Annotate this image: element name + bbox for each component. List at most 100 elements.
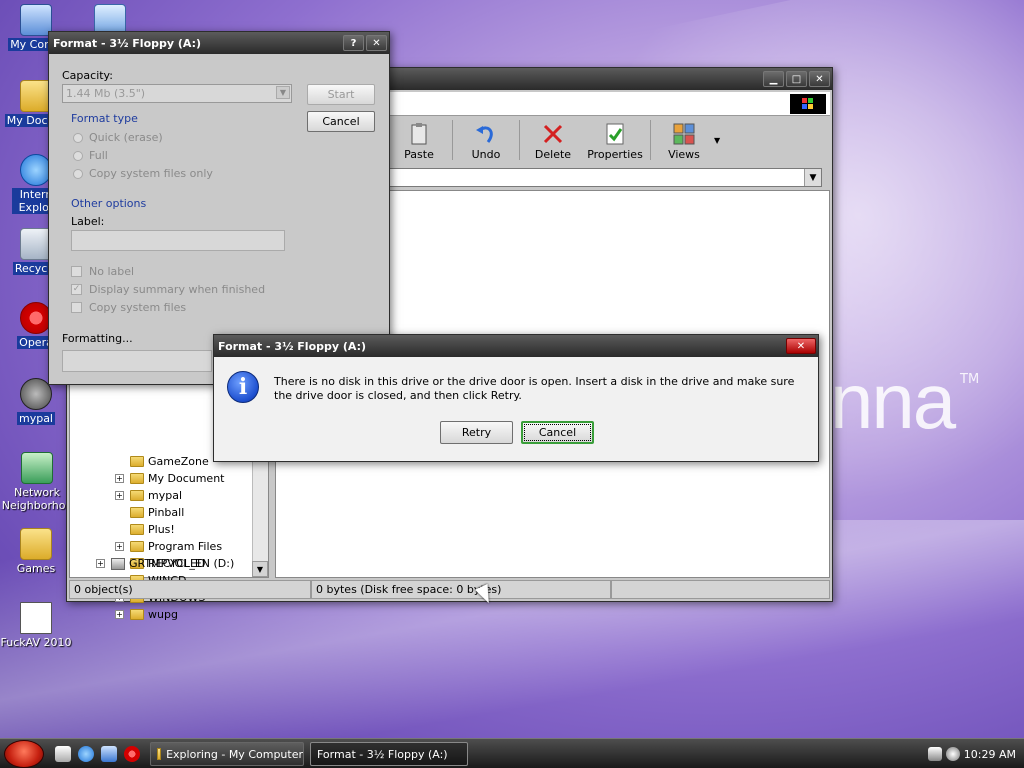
radio-full[interactable] xyxy=(73,151,83,161)
wallpaper-brand-tm: TM xyxy=(960,372,980,387)
option-checkbox[interactable]: ✓ xyxy=(71,284,82,295)
folder-icon xyxy=(157,748,162,760)
tree-item-label: GRTMPVOL_EN (D:) xyxy=(129,557,235,570)
format-progress-bar xyxy=(62,350,212,372)
paste-button[interactable]: Paste xyxy=(389,118,449,161)
option-checkbox[interactable] xyxy=(71,266,82,277)
retry-button[interactable]: Retry xyxy=(440,421,513,444)
label-input[interactable] xyxy=(71,230,285,251)
format-error-dialog[interactable]: Format - 3½ Floppy (A:) ✕ i There is no … xyxy=(213,334,819,462)
folder-icon xyxy=(130,490,144,501)
help-button[interactable]: ? xyxy=(343,35,364,51)
explorer-toolbar: Paste Undo Delete Properties Views ▼ xyxy=(389,118,830,166)
toolbar-separator xyxy=(452,120,453,160)
format-window-title: Format - 3½ Floppy (A:) xyxy=(53,36,202,50)
desktop-icon-network-neighborhood[interactable]: Network Neighborhoo xyxy=(0,452,74,512)
delete-button[interactable]: Delete xyxy=(523,118,583,161)
format-floppy-window[interactable]: Format - 3½ Floppy (A:) ? ✕ Capacity: 1.… xyxy=(48,31,390,385)
tree-item-label: My Document xyxy=(148,472,225,485)
start-button[interactable]: Start xyxy=(307,84,375,105)
folder-icon xyxy=(130,609,144,620)
views-label: Views xyxy=(668,148,700,161)
tree-item[interactable]: Pinball xyxy=(130,504,184,521)
cancel-button[interactable]: Cancel xyxy=(521,421,594,444)
expand-icon[interactable]: + xyxy=(115,542,124,551)
status-empty-cell xyxy=(611,580,830,599)
desktop-icon-fuckav[interactable]: FuckAV 2010 xyxy=(0,602,72,649)
tree-item[interactable]: GameZone xyxy=(130,453,209,470)
desktop-icon-label: Games xyxy=(16,562,56,575)
error-message: There is no disk in this drive or the dr… xyxy=(274,375,795,402)
quicklaunch-opera-icon[interactable] xyxy=(124,746,140,762)
start-button[interactable] xyxy=(4,740,44,768)
system-tray: 10:29 AM xyxy=(924,741,1024,767)
tree-item-label: Program Files xyxy=(148,540,223,553)
folder-icon xyxy=(20,528,52,560)
radio-quick-label: Quick (erase) xyxy=(89,131,163,144)
cancel-button[interactable]: Cancel xyxy=(307,111,375,132)
expand-icon[interactable]: + xyxy=(115,610,124,619)
tree-item[interactable]: + mypal xyxy=(115,487,182,504)
option-checkbox-label: Display summary when finished xyxy=(89,283,266,296)
error-dialog-body: i There is no disk in this drive or the … xyxy=(214,357,818,461)
chevron-down-icon[interactable]: ▼ xyxy=(804,169,821,186)
tree-item[interactable]: + Program Files xyxy=(115,538,222,555)
scroll-down-icon[interactable]: ▼ xyxy=(252,561,268,577)
minimize-button[interactable]: ▁ xyxy=(763,71,784,87)
capacity-value: 1.44 Mb (3.5") xyxy=(66,87,146,100)
properties-button[interactable]: Properties xyxy=(583,118,647,161)
expand-icon[interactable]: + xyxy=(115,491,124,500)
status-object-count: 0 object(s) xyxy=(69,580,311,599)
format-type-heading: Format type xyxy=(71,112,138,125)
expand-icon[interactable]: + xyxy=(115,474,124,483)
folder-icon xyxy=(130,473,144,484)
capacity-select[interactable]: 1.44 Mb (3.5") ▼ xyxy=(62,84,292,103)
expand-icon[interactable]: + xyxy=(96,559,105,568)
quicklaunch-outlook-icon[interactable] xyxy=(101,746,117,762)
network-tray-icon[interactable] xyxy=(945,747,960,761)
task-format-label: Format - 3½ Floppy (A:) xyxy=(317,747,448,761)
error-dialog-titlebar[interactable]: Format - 3½ Floppy (A:) ✕ xyxy=(214,335,818,357)
task-explorer[interactable]: Exploring - My Computer xyxy=(150,742,304,766)
radio-quick[interactable] xyxy=(73,133,83,143)
folder-icon xyxy=(130,456,144,467)
delete-x-icon xyxy=(541,122,565,146)
toolbar-separator xyxy=(650,120,651,160)
tree-item-drive[interactable]: + GRTMPVOL_EN (D:) xyxy=(96,555,234,572)
tree-item-label: wupg xyxy=(148,608,178,621)
tree-item[interactable]: + My Document xyxy=(115,470,224,487)
option-checkbox-label: Copy system files xyxy=(89,301,187,314)
paste-label: Paste xyxy=(404,148,434,161)
address-bar[interactable]: ▼ xyxy=(389,168,822,187)
close-button[interactable]: ✕ xyxy=(786,338,816,354)
task-format[interactable]: Format - 3½ Floppy (A:) xyxy=(310,742,468,766)
delete-label: Delete xyxy=(534,148,572,161)
option-checkbox-label: No label xyxy=(89,265,135,278)
desktop-icon-label: mypal xyxy=(16,412,55,425)
views-button[interactable]: Views xyxy=(654,118,714,161)
maximize-button[interactable]: □ xyxy=(786,71,807,87)
close-button[interactable]: ✕ xyxy=(366,35,387,51)
views-dropdown-icon[interactable]: ▼ xyxy=(714,118,720,145)
clock[interactable]: 10:29 AM xyxy=(964,748,1016,761)
other-options-heading: Other options xyxy=(71,197,147,210)
tree-item-label: Pinball xyxy=(148,506,185,519)
desktop-icon-mypal[interactable]: mypal xyxy=(0,378,72,425)
desktop-icon-label: FuckAV 2010 xyxy=(0,636,72,649)
radio-copy-system[interactable] xyxy=(73,169,83,179)
option-checkbox[interactable] xyxy=(71,302,82,313)
tree-item[interactable]: + wupg xyxy=(115,606,178,623)
toolbar-separator xyxy=(519,120,520,160)
windows-logo-icon xyxy=(790,94,826,114)
desktop-icon-label: Network Neighborhoo xyxy=(1,486,73,512)
format-window-titlebar[interactable]: Format - 3½ Floppy (A:) ? ✕ xyxy=(49,32,389,54)
chevron-down-icon: ▼ xyxy=(276,86,290,99)
tree-item[interactable]: Plus! xyxy=(130,521,175,538)
folder-icon xyxy=(130,507,144,518)
desktop-icon-games[interactable]: Games xyxy=(0,528,72,575)
quicklaunch-desktop-icon[interactable] xyxy=(55,746,71,762)
quicklaunch-ie-icon[interactable] xyxy=(78,746,94,762)
volume-icon[interactable] xyxy=(927,747,942,761)
close-button[interactable]: ✕ xyxy=(809,71,830,87)
undo-button[interactable]: Undo xyxy=(456,118,516,161)
